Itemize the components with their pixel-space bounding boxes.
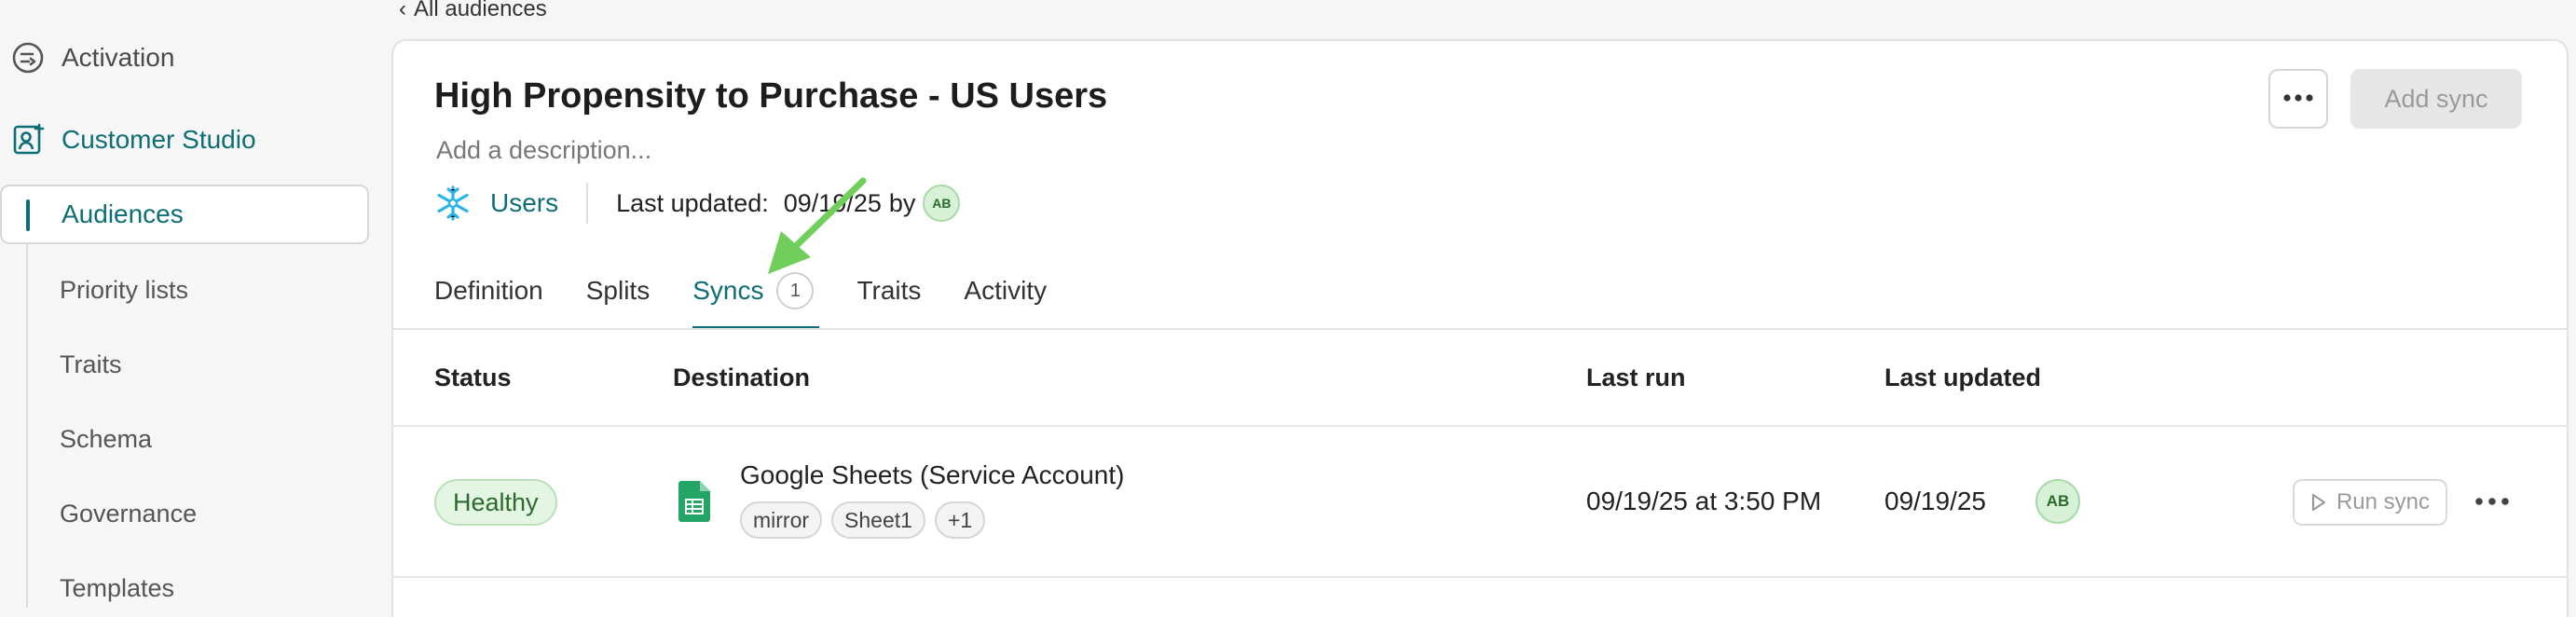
column-header-last-updated: Last updated bbox=[1884, 363, 2042, 391]
column-header-last-run: Last run bbox=[1586, 363, 1686, 391]
tab-label: Definition bbox=[434, 276, 543, 305]
sidebar-item-priority-lists[interactable]: Priority lists bbox=[60, 267, 188, 313]
tag-more-chip[interactable]: +1 bbox=[934, 501, 986, 539]
audience-meta: Users Last updated: 09/19/25 by AB bbox=[434, 181, 961, 226]
destination-tags: mirror Sheet1 +1 bbox=[740, 501, 994, 539]
by-label: by bbox=[888, 188, 916, 217]
activation-icon bbox=[9, 39, 47, 76]
table-divider bbox=[391, 576, 2569, 578]
last-updated-value: 09/19/25 bbox=[1884, 487, 1986, 515]
chevron-left-icon: ‹ bbox=[399, 0, 406, 21]
sidebar-item-audiences[interactable]: Audiences bbox=[0, 185, 369, 244]
sidebar-item-schema[interactable]: Schema bbox=[60, 416, 152, 462]
tab-activity[interactable]: Activity bbox=[964, 265, 1047, 330]
tab-label: Activity bbox=[964, 276, 1048, 305]
destination-name[interactable]: Google Sheets (Service Account) bbox=[740, 460, 1124, 490]
nav-customer-studio-label: Customer Studio bbox=[62, 125, 256, 154]
nav-activation[interactable]: Activation bbox=[0, 30, 174, 86]
more-horizontal-icon bbox=[2282, 90, 2314, 107]
last-updated-date: 09/19/25 bbox=[783, 188, 882, 217]
sidebar-item-templates[interactable]: Templates bbox=[60, 565, 174, 611]
tag-chip: mirror bbox=[740, 501, 823, 539]
last-run-value: 09/19/25 at 3:50 PM bbox=[1586, 487, 1822, 515]
tab-splits[interactable]: Splits bbox=[586, 265, 650, 330]
source-link[interactable]: Users bbox=[490, 188, 558, 218]
nav-customer-studio[interactable]: Customer Studio bbox=[0, 112, 256, 168]
sidebar-subnav-line bbox=[26, 244, 28, 608]
snowflake-icon bbox=[434, 185, 472, 222]
sidebar: Activation Customer Studio Audiences Pri… bbox=[0, 0, 382, 617]
run-sync-button[interactable]: Run sync bbox=[2293, 479, 2447, 526]
divider bbox=[586, 183, 589, 224]
sidebar-item-governance[interactable]: Governance bbox=[60, 490, 197, 537]
breadcrumb[interactable]: ‹ All audiences bbox=[399, 0, 547, 22]
tab-syncs[interactable]: Syncs 1 bbox=[692, 265, 820, 330]
tab-bar: Definition Splits Syncs 1 Traits Activit… bbox=[434, 265, 1089, 330]
more-horizontal-icon bbox=[2474, 494, 2510, 511]
status-badge: Healthy bbox=[434, 479, 557, 526]
customer-studio-icon bbox=[9, 121, 47, 158]
avatar: AB bbox=[923, 185, 961, 222]
nav-activation-label: Activation bbox=[62, 43, 175, 72]
syncs-count-badge: 1 bbox=[776, 272, 815, 309]
tab-label: Traits bbox=[856, 276, 922, 305]
row-more-button[interactable] bbox=[2470, 485, 2514, 520]
run-sync-label: Run sync bbox=[2336, 489, 2431, 514]
avatar: AB bbox=[2035, 479, 2080, 524]
tab-label: Syncs bbox=[692, 276, 764, 305]
breadcrumb-label: All audiences bbox=[414, 0, 547, 21]
tag-chip: Sheet1 bbox=[831, 501, 925, 539]
google-sheets-icon bbox=[678, 481, 710, 522]
add-sync-button[interactable]: Add sync bbox=[2350, 69, 2522, 129]
column-header-destination: Destination bbox=[673, 363, 811, 391]
description-field[interactable]: Add a description... bbox=[436, 136, 651, 165]
play-icon bbox=[2310, 493, 2327, 512]
tab-label: Splits bbox=[585, 276, 651, 305]
sidebar-item-label: Audiences bbox=[62, 199, 184, 228]
table-divider bbox=[391, 425, 2569, 427]
page-title[interactable]: High Propensity to Purchase - US Users bbox=[434, 76, 1107, 117]
active-indicator bbox=[26, 199, 30, 231]
more-options-button[interactable] bbox=[2268, 69, 2328, 129]
tabs-divider bbox=[391, 328, 2569, 330]
sidebar-item-traits[interactable]: Traits bbox=[60, 341, 122, 388]
tab-traits[interactable]: Traits bbox=[856, 265, 921, 330]
column-header-status: Status bbox=[434, 363, 512, 391]
last-updated-label: Last updated: bbox=[616, 188, 769, 217]
tab-definition[interactable]: Definition bbox=[434, 265, 543, 330]
